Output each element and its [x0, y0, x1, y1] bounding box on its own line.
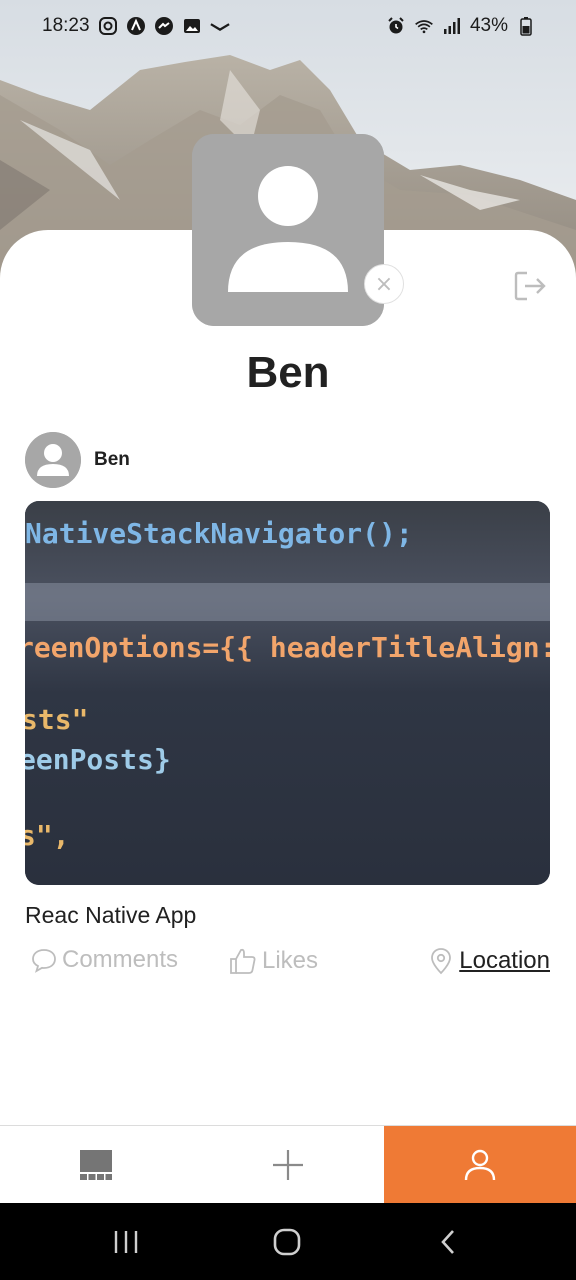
author-name: Ben: [94, 449, 130, 470]
close-icon: ×: [374, 271, 394, 297]
profile-avatar[interactable]: [192, 134, 384, 326]
plus-icon: [273, 1150, 303, 1180]
gallery-icon: [182, 16, 202, 36]
app-icon: [126, 16, 146, 36]
signal-icon: [442, 16, 462, 36]
messenger-icon: [154, 16, 174, 36]
code-line-5: s",: [25, 819, 70, 852]
recents-icon: [114, 1230, 138, 1253]
wifi-icon: [414, 16, 434, 36]
likes-button[interactable]: Likes: [228, 946, 318, 976]
logout-icon: [514, 271, 546, 301]
recents-button[interactable]: [86, 1203, 166, 1280]
instagram-icon: [98, 16, 118, 36]
map-pin-icon: [431, 948, 452, 975]
author-avatar: [25, 432, 81, 488]
post-image[interactable]: NativeStackNavigator(); reenOptions={{ h…: [25, 501, 550, 885]
logout-button[interactable]: [512, 268, 548, 304]
battery-percent: 43%: [469, 15, 508, 36]
back-icon: [441, 1229, 454, 1254]
post-actions: Comments Likes Location: [30, 946, 550, 982]
alarm-icon: [386, 16, 406, 36]
code-line-2: reenOptions={{ headerTitleAlign:: [25, 631, 550, 664]
code-line-4: eenPosts}: [25, 743, 171, 776]
post-author: Ben: [25, 432, 130, 488]
tab-posts[interactable]: [0, 1126, 192, 1204]
tab-profile[interactable]: [384, 1126, 576, 1204]
system-nav-bar: [0, 1203, 576, 1280]
likes-label: Likes: [262, 947, 319, 974]
location-label: Location: [459, 947, 550, 974]
post-title: Reac Native App: [25, 902, 197, 928]
tab-create[interactable]: [192, 1126, 384, 1204]
back-button[interactable]: [408, 1203, 488, 1280]
user-icon: [464, 1149, 496, 1181]
notification-icon: [209, 16, 230, 36]
profile-name: Ben: [246, 348, 330, 397]
status-bar: 18:23 43%: [0, 0, 576, 52]
comment-icon: [32, 949, 56, 973]
grid-icon: [80, 1150, 112, 1180]
status-time: 18:23: [42, 15, 90, 36]
bottom-tab-bar: [0, 1125, 576, 1204]
remove-avatar-button[interactable]: ×: [364, 264, 404, 304]
thumbs-up-icon: [230, 948, 256, 974]
home-button[interactable]: [247, 1203, 327, 1280]
home-icon: [273, 1228, 301, 1255]
location-link[interactable]: Location: [427, 946, 550, 976]
battery-icon: [516, 16, 536, 36]
comments-label: Comments: [62, 946, 179, 973]
comments-button[interactable]: Comments: [30, 946, 178, 974]
user-silhouette-icon: [192, 134, 384, 326]
code-line-3: sts": [25, 703, 88, 736]
code-line-1: NativeStackNavigator();: [25, 517, 413, 550]
